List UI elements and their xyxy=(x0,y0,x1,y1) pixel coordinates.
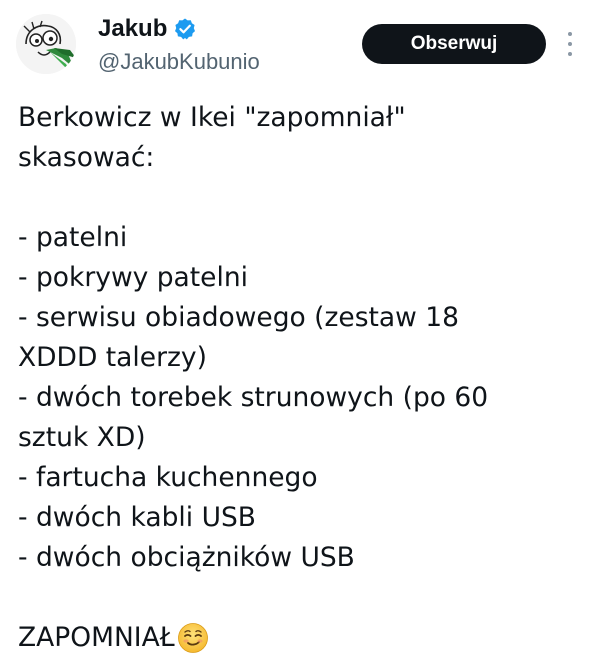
author-display-name[interactable]: Jakub xyxy=(98,12,167,46)
tweet-line: sztuk XD) xyxy=(18,422,146,453)
tweet-line: - pokrywy patelni xyxy=(18,262,248,293)
tweet-line: - dwóch kabli USB xyxy=(18,502,256,533)
tweet-line: - dwóch obciążników USB xyxy=(18,542,355,573)
author-avatar[interactable] xyxy=(16,14,76,74)
tweet-line: - dwóch torebek strunowych (po 60 xyxy=(18,382,489,413)
more-dot xyxy=(568,52,572,56)
tweet-line: Berkowicz w Ikei "zapomniał" xyxy=(18,102,406,133)
tweet-line: XDDD talerzy) xyxy=(18,342,207,373)
tweet-line: - patelni xyxy=(18,222,128,253)
verified-badge-icon xyxy=(173,17,197,41)
tweet-final-word: ZAPOMNIAŁ xyxy=(18,622,175,653)
tweet-text: Berkowicz w Ikei "zapomniał" skasować: -… xyxy=(18,98,588,658)
more-dot xyxy=(568,32,572,36)
tweet-line: - fartucha kuchennego xyxy=(18,462,318,493)
tweet-line: skasować: xyxy=(18,142,155,173)
name-row: Jakub xyxy=(98,12,260,46)
follow-button[interactable]: Obserwuj xyxy=(362,24,546,64)
author-handle[interactable]: @JakubKubunio xyxy=(98,48,260,76)
smirking-face-emoji-icon xyxy=(177,622,209,654)
tweet-header: Jakub @JakubKubunio Obserwuj xyxy=(0,0,600,92)
tweet-line: - serwisu obiadowego (zestaw 18 xyxy=(18,302,459,333)
more-dot xyxy=(568,42,572,46)
author-info: Jakub @JakubKubunio xyxy=(98,12,260,76)
more-options-icon[interactable] xyxy=(560,26,580,62)
cartoon-avatar-icon xyxy=(16,14,76,74)
tweet-last-line: ZAPOMNIAŁ xyxy=(18,618,588,658)
